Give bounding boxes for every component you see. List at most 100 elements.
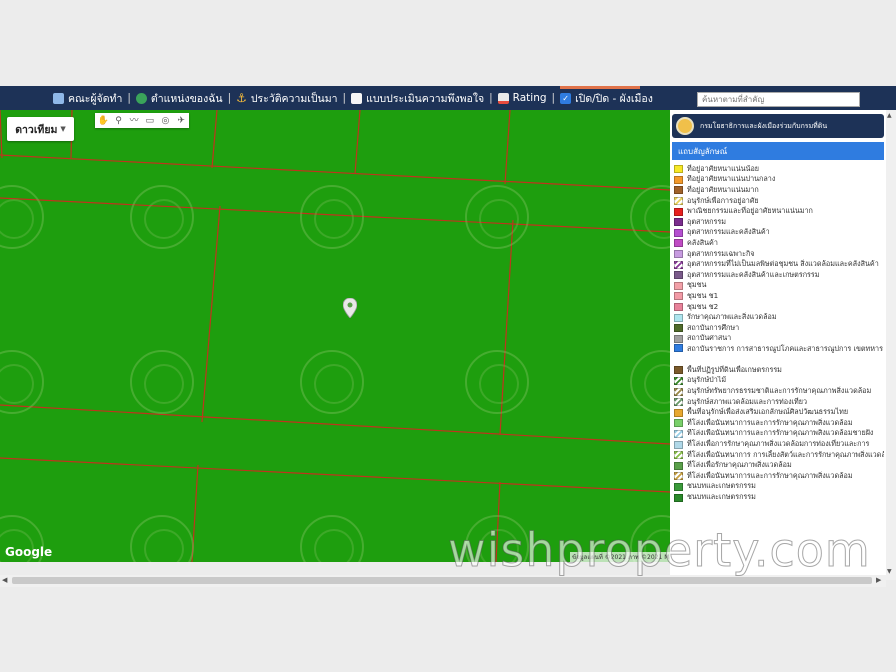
legend-swatch (674, 398, 683, 407)
nav-separator: | (227, 92, 232, 104)
scroll-left-icon[interactable]: ◀ (2, 576, 7, 584)
legend-swatch (674, 344, 683, 353)
legend-item: อุตสาหกรรม (674, 217, 884, 228)
nav-item-label: เปิด/ปิด - ผังเมือง (575, 92, 653, 105)
legend-swatch (674, 313, 683, 322)
scroll-right-icon[interactable]: ▶ (876, 576, 881, 584)
legend-swatch (674, 271, 683, 280)
nav-item[interactable]: ⚓ ประวัติความเป็นมา (233, 90, 340, 107)
legend-item: ที่โล่งเพื่อนันทนาการและการรักษาคุณภาพสิ… (674, 471, 884, 482)
nav-item[interactable]: ตำแหน่งของฉัน (133, 90, 226, 107)
legend-swatch (674, 451, 683, 460)
legend-swatch (674, 419, 683, 428)
legend-label: อุตสาหกรรมเฉพาะกิจ (687, 248, 755, 258)
legend-item: พื้นที่อนุรักษ์เพื่อส่งเสริมเอกลักษณ์ศิล… (674, 407, 884, 418)
legend-item: สถาบันราชการ การสาธารณูปโภคและสาธารณูปกา… (674, 344, 884, 365)
vertical-scrollbar[interactable]: ▲ ▼ (886, 110, 896, 580)
legend-label: ชนบทและเกษตรกรรม (687, 481, 756, 491)
seal-watermark (465, 350, 529, 414)
legend-swatch (674, 197, 683, 206)
legend-swatch (674, 440, 683, 449)
seal-watermark (130, 350, 194, 414)
rectangle-icon[interactable]: ▭ (145, 116, 155, 126)
legend-item: ที่อยู่อาศัยหนาแน่นน้อย (674, 164, 884, 175)
department-emblem-icon (676, 117, 694, 135)
circle-icon[interactable]: ◎ (160, 116, 170, 126)
legend-swatch (674, 461, 683, 470)
seal-watermark (465, 185, 529, 249)
legend-item: ชุมชน ช2 (674, 302, 884, 313)
scrollbar-thumb[interactable] (12, 577, 872, 584)
nav-item-label: แบบประเมินความพึงพอใจ (366, 92, 485, 105)
top-blank-area (0, 0, 896, 86)
parcel-boundary-line (0, 110, 3, 159)
legend-item: ที่อยู่อาศัยหนาแน่นมาก (674, 185, 884, 196)
legend-label: ที่โล่งเพื่อนันทนาการและการรักษาคุณภาพสิ… (687, 471, 853, 480)
parcel-boundaries (0, 110, 670, 562)
legend-label: ที่โล่งเพื่อรักษาคุณภาพสิ่งแวดล้อม (687, 460, 792, 470)
legend-label: คลังสินค้า (687, 238, 718, 247)
location-marker-icon[interactable] (343, 298, 357, 318)
checkbox-icon: ✓ (560, 92, 572, 104)
legend-label: อนุรักษ์สภาพแวดล้อมและการท่องเที่ยว (687, 396, 808, 406)
legend-label: อนุรักษ์เพื่อการอยู่อาศัย (687, 195, 759, 205)
nav-item-label: คณะผู้จัดทำ (68, 92, 123, 105)
nav-item[interactable]: ✓ เปิด/ปิด - ผังเมือง (557, 90, 656, 107)
legend-item: พาณิชยกรรมและที่อยู่อาศัยหนาแน่นมาก (674, 206, 884, 217)
map-type-label: ดาวเทียม (15, 123, 58, 136)
polyline-icon[interactable]: 〰 (129, 116, 139, 126)
legend-label: ที่โล่งเพื่อนันทนาการและการรักษาคุณภาพสิ… (687, 418, 853, 427)
legend-label: ที่อยู่อาศัยหนาแน่นมาก (687, 185, 759, 194)
scroll-up-icon[interactable]: ▲ (887, 112, 892, 119)
nav-item-label: ตำแหน่งของฉัน (150, 92, 223, 105)
marker-icon[interactable]: ⚲ (113, 116, 123, 126)
legend-swatch (674, 408, 683, 417)
legend-item: ชุมชน (674, 281, 884, 292)
legend-swatch (674, 292, 683, 301)
nav-item[interactable]: คณะผู้จัดทำ (50, 90, 125, 107)
seal-watermark (130, 185, 194, 249)
legend-swatch (674, 366, 683, 375)
map-view[interactable] (0, 110, 670, 562)
legend-item: อนุรักษ์ทรัพยากรธรรมชาติและการรักษาคุณภา… (674, 386, 884, 397)
legend-item: อนุรักษ์เพื่อการอยู่อาศัย (674, 196, 884, 207)
legend-swatch (674, 493, 683, 502)
seal-watermark (300, 350, 364, 414)
parcel-boundary-line (354, 110, 361, 175)
legend-label: อนุรักษ์ป่าไม้ (687, 375, 727, 385)
map-type-button[interactable]: ดาวเทียม ▼ (7, 117, 74, 141)
scroll-down-icon[interactable]: ▼ (887, 568, 892, 575)
legend-swatch (674, 175, 683, 184)
nav-separator: | (127, 92, 131, 104)
google-logo: Google (5, 545, 53, 559)
search-input[interactable] (697, 92, 860, 107)
legend-label: พาณิชยกรรมและที่อยู่อาศัยหนาแน่นมาก (687, 206, 813, 216)
legend-label: ที่โล่งเพื่อการรักษาคุณภาพสิ่งแวดล้อมการ… (687, 439, 870, 449)
site-watermark: wishproperty.com (448, 523, 871, 578)
legend-swatch (674, 376, 683, 385)
legend-item: ที่โล่งเพื่อนันทนาการและการรักษาคุณภาพสิ… (674, 418, 884, 429)
chevron-down-icon: ▼ (60, 125, 66, 133)
legend-label: ชุมชน ช1 (687, 291, 719, 300)
navbar-right-edge (884, 86, 896, 110)
legend-swatch (674, 260, 683, 269)
parcel-boundary-line (0, 457, 670, 493)
legend-label: สถาบันราชการ การสาธารณูปโภคและสาธารณูปกา… (687, 344, 883, 354)
legend-swatch (674, 165, 683, 174)
legend-label: ที่โล่งเพื่อนันทนาการและการรักษาคุณภาพสิ… (687, 428, 874, 438)
legend-swatch (674, 482, 683, 491)
legend-label: ชุมชน (687, 280, 707, 290)
legend-item: ที่โล่งเพื่อการรักษาคุณภาพสิ่งแวดล้อมการ… (674, 439, 884, 450)
legend-swatch (674, 250, 683, 259)
nav-item[interactable]: Rating (495, 92, 550, 104)
legend-label: ที่อยู่อาศัยหนาแน่นปานกลาง (687, 174, 776, 184)
legend-swatch (674, 281, 683, 290)
nav-item[interactable]: แบบประเมินความพึงพอใจ (348, 90, 487, 107)
legend-item: อุตสาหกรรมและคลังสินค้า (674, 228, 884, 239)
nav-item-label: Rating (512, 92, 547, 104)
hand-icon[interactable]: ✋ (98, 116, 109, 126)
legend-label: ชุมชน ช2 (687, 301, 719, 311)
legend-label: พื้นที่อนุรักษ์เพื่อส่งเสริมเอกลักษณ์ศิล… (687, 407, 849, 417)
legend-label: ที่อยู่อาศัยหนาแน่นน้อย (687, 164, 759, 173)
bird-icon[interactable]: ✈ (176, 116, 186, 126)
